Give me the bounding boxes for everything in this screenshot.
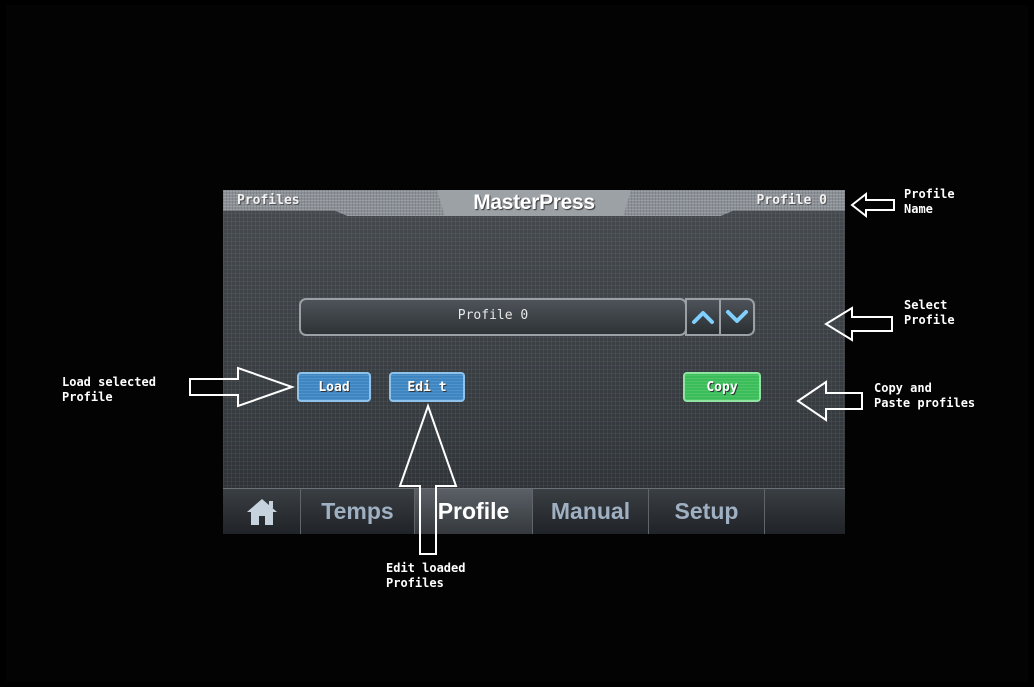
profile-selector[interactable]: Profile 0 [299,298,755,336]
header-bar: Profiles MasterPress Profile 0 [223,190,845,216]
select-profile-arrow [824,306,893,342]
copy-button[interactable]: Copy [683,372,761,402]
screen-name-label: Profiles [237,193,300,208]
chevron-down-icon [726,310,748,323]
load-selected-arrow [189,366,296,408]
profile-name-note: Profile Name [904,187,955,216]
load-button[interactable]: Load [297,372,371,402]
load-selected-note: Load selected Profile [62,375,156,404]
edit-loaded-note: Edit loaded Profiles [386,561,466,590]
copy-paste-note: Copy and Paste profiles [874,381,976,410]
edit-loaded-arrow [398,402,458,555]
copy-paste-arrow [796,380,863,422]
tab-setup[interactable]: Setup [649,489,765,534]
tab-manual[interactable]: Manual [533,489,649,534]
profile-name-arrow [850,191,895,219]
profile-name-label: Profile 0 [756,193,827,208]
hmi-screen: Profiles MasterPress Profile 0 Profile 0… [223,190,845,534]
select-profile-note: Select Profile [904,298,955,327]
app-title: MasterPress [473,191,595,214]
tab-home[interactable] [223,489,301,534]
home-icon [246,499,277,525]
tab-empty [765,489,845,534]
profile-up-button[interactable] [685,298,721,336]
chevron-up-icon [692,311,714,324]
edit-button[interactable]: Edi t [389,372,465,402]
selected-profile-value: Profile 0 [457,308,529,323]
profile-down-button[interactable] [719,298,755,336]
bottom-nav: Temps Profile Manual Setup [223,488,845,534]
